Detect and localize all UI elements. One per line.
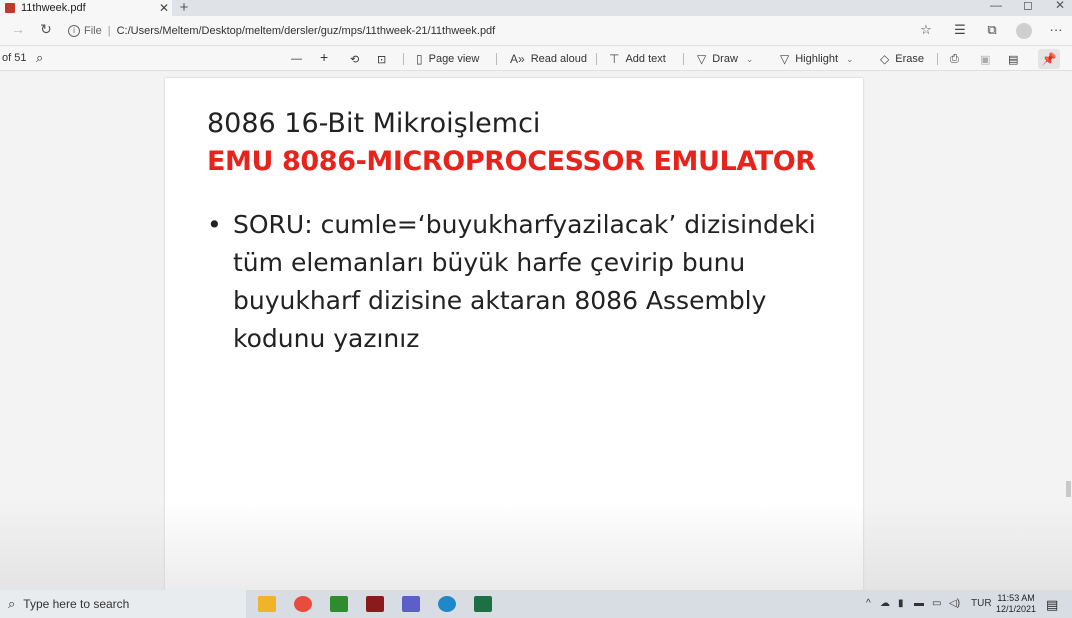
page-count: of 51 xyxy=(2,52,27,64)
collections-icon[interactable]: ⧉ xyxy=(982,22,1002,40)
battery-icon[interactable]: ▮ xyxy=(898,598,904,609)
add-favorite-icon[interactable]: ☆ xyxy=(916,22,936,40)
clock-time: 11:53 AM xyxy=(997,593,1035,603)
notification-icon[interactable]: ▤ xyxy=(1046,597,1058,613)
pdf-viewer: 8086 16-Bit Mikroişlemci EMU 8086-MICROP… xyxy=(0,71,1072,590)
zoom-out-button[interactable]: — xyxy=(291,51,302,67)
draw-icon: ▽ xyxy=(697,52,707,66)
fit-page-icon[interactable]: ⊡ xyxy=(377,51,386,67)
url-scheme: File xyxy=(84,25,102,37)
chevron-down-icon[interactable]: ⌄ xyxy=(746,54,754,65)
page-view-icon: ▯ xyxy=(416,52,423,66)
erase-button[interactable]: ◇ Erase xyxy=(880,51,924,67)
restore-button[interactable]: ◻ xyxy=(1018,0,1038,12)
url-separator: | xyxy=(107,25,111,37)
chrome-icon[interactable] xyxy=(294,596,312,612)
tab-title: 11thweek.pdf xyxy=(21,2,86,14)
save-as-icon[interactable]: ▤ xyxy=(1008,51,1018,67)
onedrive-icon[interactable]: ☁ xyxy=(880,598,890,609)
toolbar-divider xyxy=(596,53,597,65)
highlight-icon: ▽ xyxy=(780,52,790,66)
bullet-text: SORU: cumle=‘buyukharfyazilacak’ dizisin… xyxy=(233,210,816,353)
pdf-toolbar: of 51 ⌕ — + ⟲ ⊡ ▯ Page view A» Read alou… xyxy=(0,47,1072,71)
tab-strip: 11thweek.pdf ✕ + — ◻ ✕ xyxy=(0,0,1072,16)
forward-icon[interactable]: → xyxy=(8,21,28,37)
network-icon[interactable]: ▬ xyxy=(914,598,924,609)
slide-title: 8086 16-Bit Mikroişlemci xyxy=(207,108,541,139)
excel-icon[interactable] xyxy=(474,596,492,612)
pdf-page: 8086 16-Bit Mikroişlemci EMU 8086-MICROP… xyxy=(165,78,863,590)
eraser-icon: ◇ xyxy=(880,52,890,66)
clock-date: 12/1/2021 xyxy=(996,604,1037,614)
file-explorer-icon[interactable] xyxy=(258,596,276,612)
print-icon[interactable]: ⎙ xyxy=(950,51,959,67)
profile-avatar[interactable] xyxy=(1016,23,1032,39)
close-window-button[interactable]: ✕ xyxy=(1050,0,1070,12)
language-indicator[interactable]: TUR xyxy=(971,598,992,609)
search-icon[interactable]: ⌕ xyxy=(36,50,43,66)
volume-icon[interactable]: ◁) xyxy=(949,598,960,609)
read-aloud-label: Read aloud xyxy=(530,53,587,65)
taskbar-search[interactable]: ⌕ Type here to search xyxy=(0,590,246,618)
save-icon[interactable]: ▣ xyxy=(980,51,990,67)
page-view-label: Page view xyxy=(428,53,480,65)
toolbar-divider xyxy=(496,53,497,65)
zoom-in-button[interactable]: + xyxy=(320,49,328,65)
address-bar[interactable]: i File | C:/Users/Meltem/Desktop/meltem/… xyxy=(68,20,904,42)
scrollbar-thumb[interactable] xyxy=(1066,481,1071,497)
tab-pdf[interactable]: 11thweek.pdf ✕ xyxy=(0,0,172,16)
toolbar-divider xyxy=(403,53,404,65)
more-icon[interactable]: ··· xyxy=(1046,22,1066,40)
draw-label: Draw xyxy=(712,53,738,65)
close-tab-icon[interactable]: ✕ xyxy=(156,1,172,15)
read-aloud-button[interactable]: A» Read aloud xyxy=(510,51,587,67)
info-icon[interactable]: i xyxy=(68,25,80,37)
add-text-label: Add text xyxy=(625,53,666,65)
app-icon[interactable] xyxy=(366,596,384,612)
display-icon[interactable]: ▭ xyxy=(932,598,941,609)
address-bar-row: → ↻ i File | C:/Users/Meltem/Desktop/mel… xyxy=(0,16,1072,46)
highlight-button[interactable]: ▽ Highlight ⌄ xyxy=(780,51,854,67)
page-view-button[interactable]: ▯ Page view xyxy=(416,51,479,67)
chevron-down-icon[interactable]: ⌄ xyxy=(846,54,854,65)
tray-chevron-icon[interactable]: ^ xyxy=(866,598,871,609)
draw-button[interactable]: ▽ Draw ⌄ xyxy=(697,51,753,67)
xbox-icon[interactable] xyxy=(330,596,348,612)
slide-subtitle: EMU 8086-MICROPROCESSOR EMULATOR xyxy=(207,146,816,177)
edge-icon[interactable] xyxy=(438,596,456,612)
clock[interactable]: 11:53 AM 12/1/2021 xyxy=(996,593,1036,615)
bullet-item: • SORU: cumle=‘buyukharfyazilacak’ dizis… xyxy=(205,206,845,358)
erase-label: Erase xyxy=(895,53,924,65)
new-tab-button[interactable]: + xyxy=(176,0,192,16)
minimize-button[interactable]: — xyxy=(986,0,1006,12)
pdf-icon xyxy=(5,3,15,13)
add-text-button[interactable]: ⊤ Add text xyxy=(609,51,666,67)
rotate-icon[interactable]: ⟲ xyxy=(350,51,359,67)
url-text: C:/Users/Meltem/Desktop/meltem/dersler/g… xyxy=(116,25,496,37)
bullet-marker: • xyxy=(207,210,222,239)
favorites-icon[interactable]: ☰ xyxy=(950,22,970,40)
refresh-icon[interactable]: ↻ xyxy=(36,21,56,38)
highlight-label: Highlight xyxy=(795,53,839,65)
toolbar-divider xyxy=(937,53,938,65)
search-placeholder: Type here to search xyxy=(23,597,130,611)
add-text-icon: ⊤ xyxy=(609,52,620,66)
pin-icon[interactable]: 📌 xyxy=(1038,49,1060,69)
search-icon: ⌕ xyxy=(8,596,16,611)
read-aloud-icon: A» xyxy=(510,52,525,66)
taskbar: ⌕ Type here to search ^ ☁ ▮ ▬ ▭ ◁) TUR 1… xyxy=(0,590,1072,618)
teams-icon[interactable] xyxy=(402,596,420,612)
toolbar-divider xyxy=(683,53,684,65)
